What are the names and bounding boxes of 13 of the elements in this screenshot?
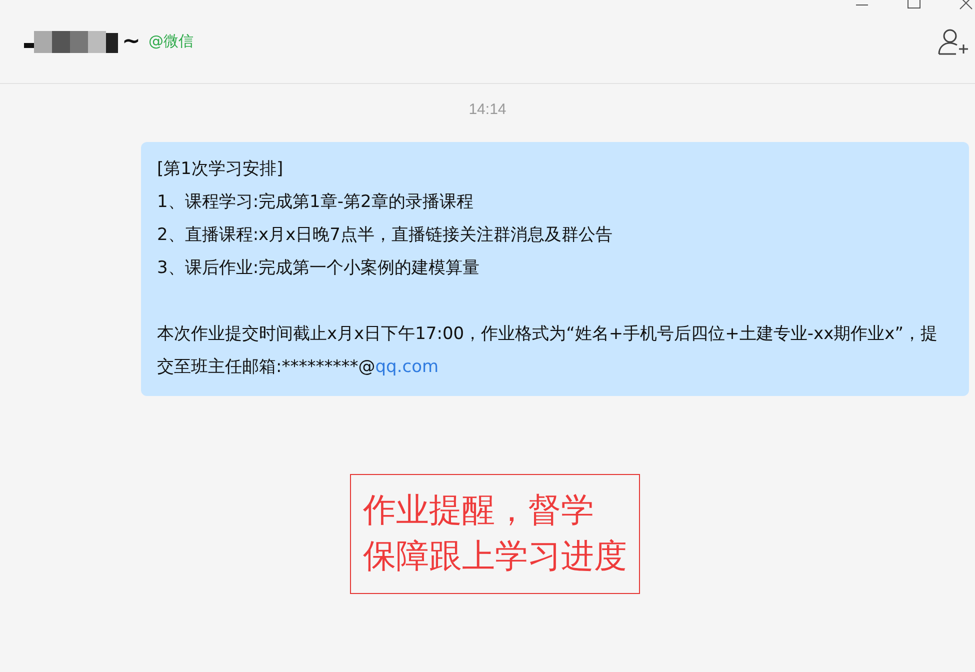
message-line: [第1次学习安排]: [157, 158, 284, 181]
message-time: 14:14: [468, 101, 506, 118]
add-contact-icon[interactable]: [937, 28, 969, 56]
contact-name: ~: [122, 29, 140, 54]
close-icon[interactable]: [959, 0, 973, 10]
message-note: 本次作业提交时间截止x月x日下午17:00，作业格式为“姓名+手机号后四位+土建专业-xx期作业x”，提交至班主任邮箱:*********@qq.com: [157, 323, 939, 379]
message-line: 3、课后作业:完成第一个小案例的建模算量: [157, 257, 481, 280]
email-link[interactable]: qq.com: [375, 357, 439, 377]
contact-source: @微信: [148, 32, 194, 51]
message-line: 2、直播课程:x月x日晚7点半，直播链接关注群消息及群公告: [157, 224, 614, 247]
message-line: 1、课程学习:完成第1章-第2章的录播课程: [157, 191, 474, 214]
maximize-icon[interactable]: [907, 0, 921, 10]
annotation-text: 作业提醒，督学 保障跟上学习进度: [350, 474, 640, 594]
